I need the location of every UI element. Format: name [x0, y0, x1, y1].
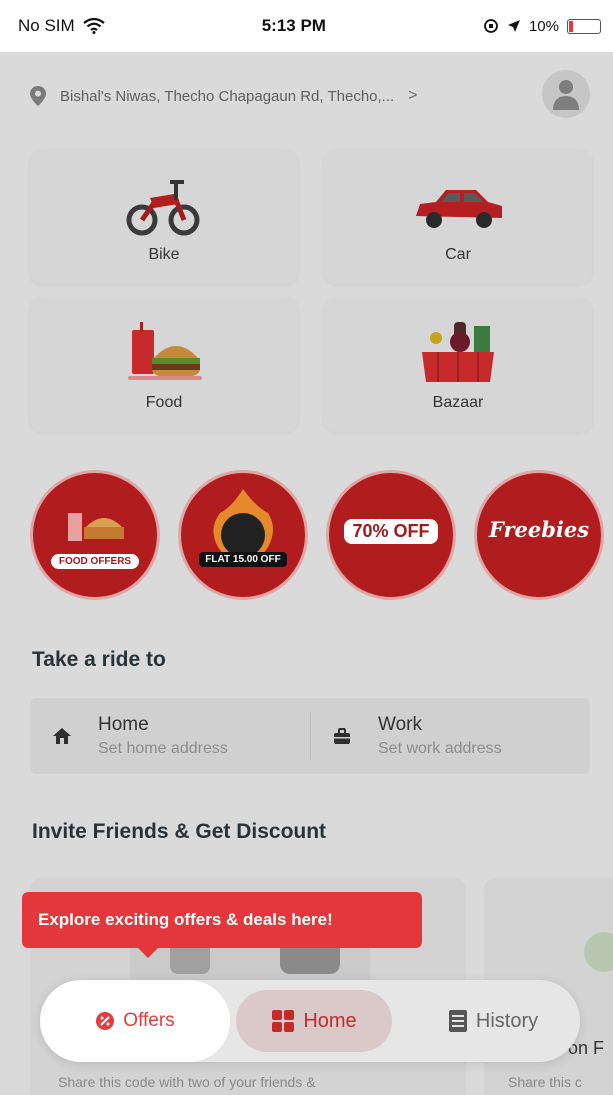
bottom-navigation: Offers Home History	[40, 980, 580, 1062]
ride-work-subtitle: Set work address	[378, 740, 502, 757]
burger-drink-icon	[128, 322, 202, 380]
orientation-lock-icon	[484, 19, 498, 33]
ride-section-title: Take a ride to	[32, 648, 166, 671]
motorbike-icon	[126, 180, 200, 236]
ride-work[interactable]: Work Set work address	[310, 698, 590, 774]
location-arrow-icon	[507, 20, 520, 32]
promo-freebies[interactable]: Freebies	[474, 470, 604, 600]
current-address: Bishal's Niwas, Thecho Chapagaun Rd, The…	[60, 87, 395, 105]
status-bar: No SIM 5:13 PM 10%	[0, 0, 613, 52]
invite-description: Share this c	[508, 1074, 582, 1090]
ride-home[interactable]: Home Set home address	[30, 698, 310, 774]
promo-label: 70% OFF	[344, 519, 438, 544]
service-card-bazaar[interactable]: Bazaar	[324, 298, 592, 432]
ride-shortcuts: Home Set home address Work Set work addr…	[30, 698, 590, 774]
nav-history-label: History	[475, 1009, 539, 1032]
ride-home-title: Home	[98, 714, 149, 735]
profile-avatar[interactable]	[542, 70, 590, 118]
history-list-icon	[448, 1010, 467, 1032]
promo-label: Freebies	[488, 517, 590, 542]
service-card-bike[interactable]: Bike	[30, 150, 298, 284]
wifi-icon	[83, 18, 105, 34]
gift-icon	[584, 932, 613, 972]
promo-food-offers[interactable]: FOOD OFFERS	[30, 470, 160, 600]
location-pin-icon	[30, 86, 46, 106]
promo-70-off[interactable]: 70% OFF	[326, 470, 456, 600]
offer-tag-icon	[96, 1012, 115, 1030]
ride-home-subtitle: Set home address	[98, 740, 228, 757]
app-screen: No SIM 5:13 PM 10% Bishal's Niwas, Thech…	[0, 0, 613, 1095]
promo-label: FLAT 15.00 OFF	[199, 552, 287, 567]
tooltip-text: Explore exciting offers & deals here!	[38, 910, 333, 929]
grid-home-icon	[272, 1010, 295, 1032]
carrier-label: No SIM	[18, 16, 75, 35]
car-icon	[416, 190, 502, 228]
home-icon	[53, 728, 71, 744]
chevron-right-icon: >	[408, 87, 418, 104]
offers-tooltip: Explore exciting offers & deals here!	[22, 892, 422, 948]
battery-icon	[567, 18, 601, 34]
service-label: Bazaar	[432, 394, 484, 411]
invite-description: Share this code with two of your friends…	[58, 1074, 316, 1090]
grocery-basket-icon	[422, 322, 494, 382]
service-label: Bike	[148, 246, 180, 263]
battery-percent: 10%	[528, 17, 559, 35]
briefcase-icon	[334, 728, 350, 744]
nav-offers-button[interactable]: Offers	[40, 980, 230, 1062]
promo-label: FOOD OFFERS	[50, 554, 140, 569]
clock-time: 5:13 PM	[261, 16, 326, 35]
invite-section-title: Invite Friends & Get Discount	[32, 820, 327, 843]
tooltip-pointer	[136, 946, 160, 958]
service-card-car[interactable]: Car	[324, 150, 592, 284]
service-label: Car	[445, 246, 471, 263]
promo-flat-off[interactable]: FLAT 15.00 OFF	[178, 470, 308, 600]
nav-home-label: Home	[303, 1009, 357, 1032]
ride-work-title: Work	[378, 714, 422, 735]
service-card-food[interactable]: Food	[30, 298, 298, 432]
nav-home-button[interactable]: Home	[236, 990, 392, 1052]
nav-offers-label: Offers	[123, 1010, 175, 1031]
food-tray-icon	[68, 513, 124, 541]
user-icon	[553, 80, 579, 110]
home-content: Bishal's Niwas, Thecho Chapagaun Rd, The…	[0, 52, 613, 1095]
service-label: Food	[145, 394, 183, 411]
location-bar[interactable]: Bishal's Niwas, Thecho Chapagaun Rd, The…	[30, 70, 590, 122]
nav-history-button[interactable]: History	[418, 980, 568, 1062]
